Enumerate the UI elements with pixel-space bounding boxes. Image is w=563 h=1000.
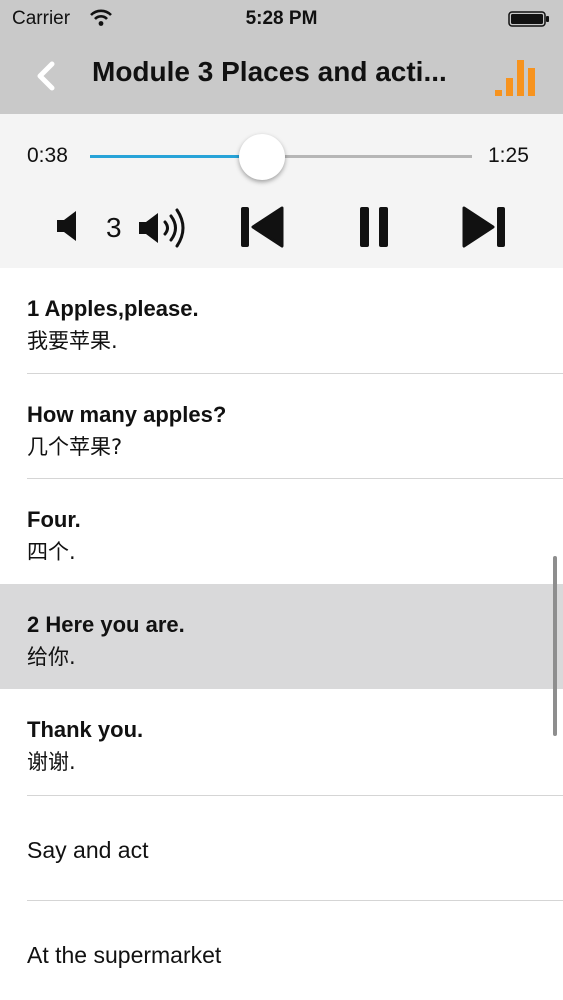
previous-icon[interactable] xyxy=(238,204,286,250)
audio-player: 0:38 1:25 3 xyxy=(0,114,563,268)
top-bar: Carrier 5:28 PM Module 3 Places and acti… xyxy=(0,0,563,114)
progress-fill xyxy=(90,155,250,158)
section-label: Say and act xyxy=(27,837,149,863)
pause-icon[interactable] xyxy=(356,204,392,250)
english-text: How many apples? xyxy=(27,402,227,427)
current-time: 0:38 xyxy=(27,144,68,167)
clock: 5:28 PM xyxy=(245,8,318,29)
section-label: At the supermarket xyxy=(27,942,222,968)
chinese-text: 我要苹果. xyxy=(27,329,118,353)
chinese-text: 谢谢. xyxy=(27,750,76,774)
list-item-selected[interactable]: 2 Here you are. 给你. xyxy=(0,584,563,689)
chinese-text: 几个苹果? xyxy=(27,435,123,459)
list-item[interactable]: 1 Apples,please. 我要苹果. xyxy=(0,268,563,373)
equalizer-icon[interactable] xyxy=(493,58,537,96)
battery-icon xyxy=(508,11,549,27)
page-title: Module 3 Places and acti... xyxy=(92,56,447,87)
chinese-text: 给你. xyxy=(27,645,76,669)
list-item[interactable]: Say and act xyxy=(0,796,563,901)
duration: 1:25 xyxy=(488,144,529,167)
navigation-bar: Module 3 Places and acti... xyxy=(0,38,563,114)
chevron-left-icon[interactable] xyxy=(30,56,60,96)
chinese-text: 四个. xyxy=(27,540,76,564)
english-text: 1 Apples,please. xyxy=(27,296,199,321)
list-item[interactable]: Four. 四个. xyxy=(0,479,563,584)
list-item[interactable]: How many apples? 几个苹果? xyxy=(0,374,563,479)
scrollbar[interactable] xyxy=(553,556,557,736)
progress-slider-thumb[interactable] xyxy=(238,134,285,180)
volume-down-icon[interactable] xyxy=(54,206,82,246)
lesson-list: 1 Apples,please. 我要苹果. How many apples? … xyxy=(0,268,563,1000)
status-bar: Carrier 5:28 PM xyxy=(0,0,563,38)
english-text: Four. xyxy=(27,507,81,532)
volume-up-icon[interactable] xyxy=(137,206,193,250)
english-text: 2 Here you are. xyxy=(27,612,185,637)
list-item[interactable]: At the supermarket xyxy=(0,901,563,1000)
next-icon[interactable] xyxy=(460,204,508,250)
list-item[interactable]: Thank you. 谢谢. xyxy=(0,689,563,794)
volume-level: 3 xyxy=(106,212,122,243)
english-text: Thank you. xyxy=(27,717,144,742)
